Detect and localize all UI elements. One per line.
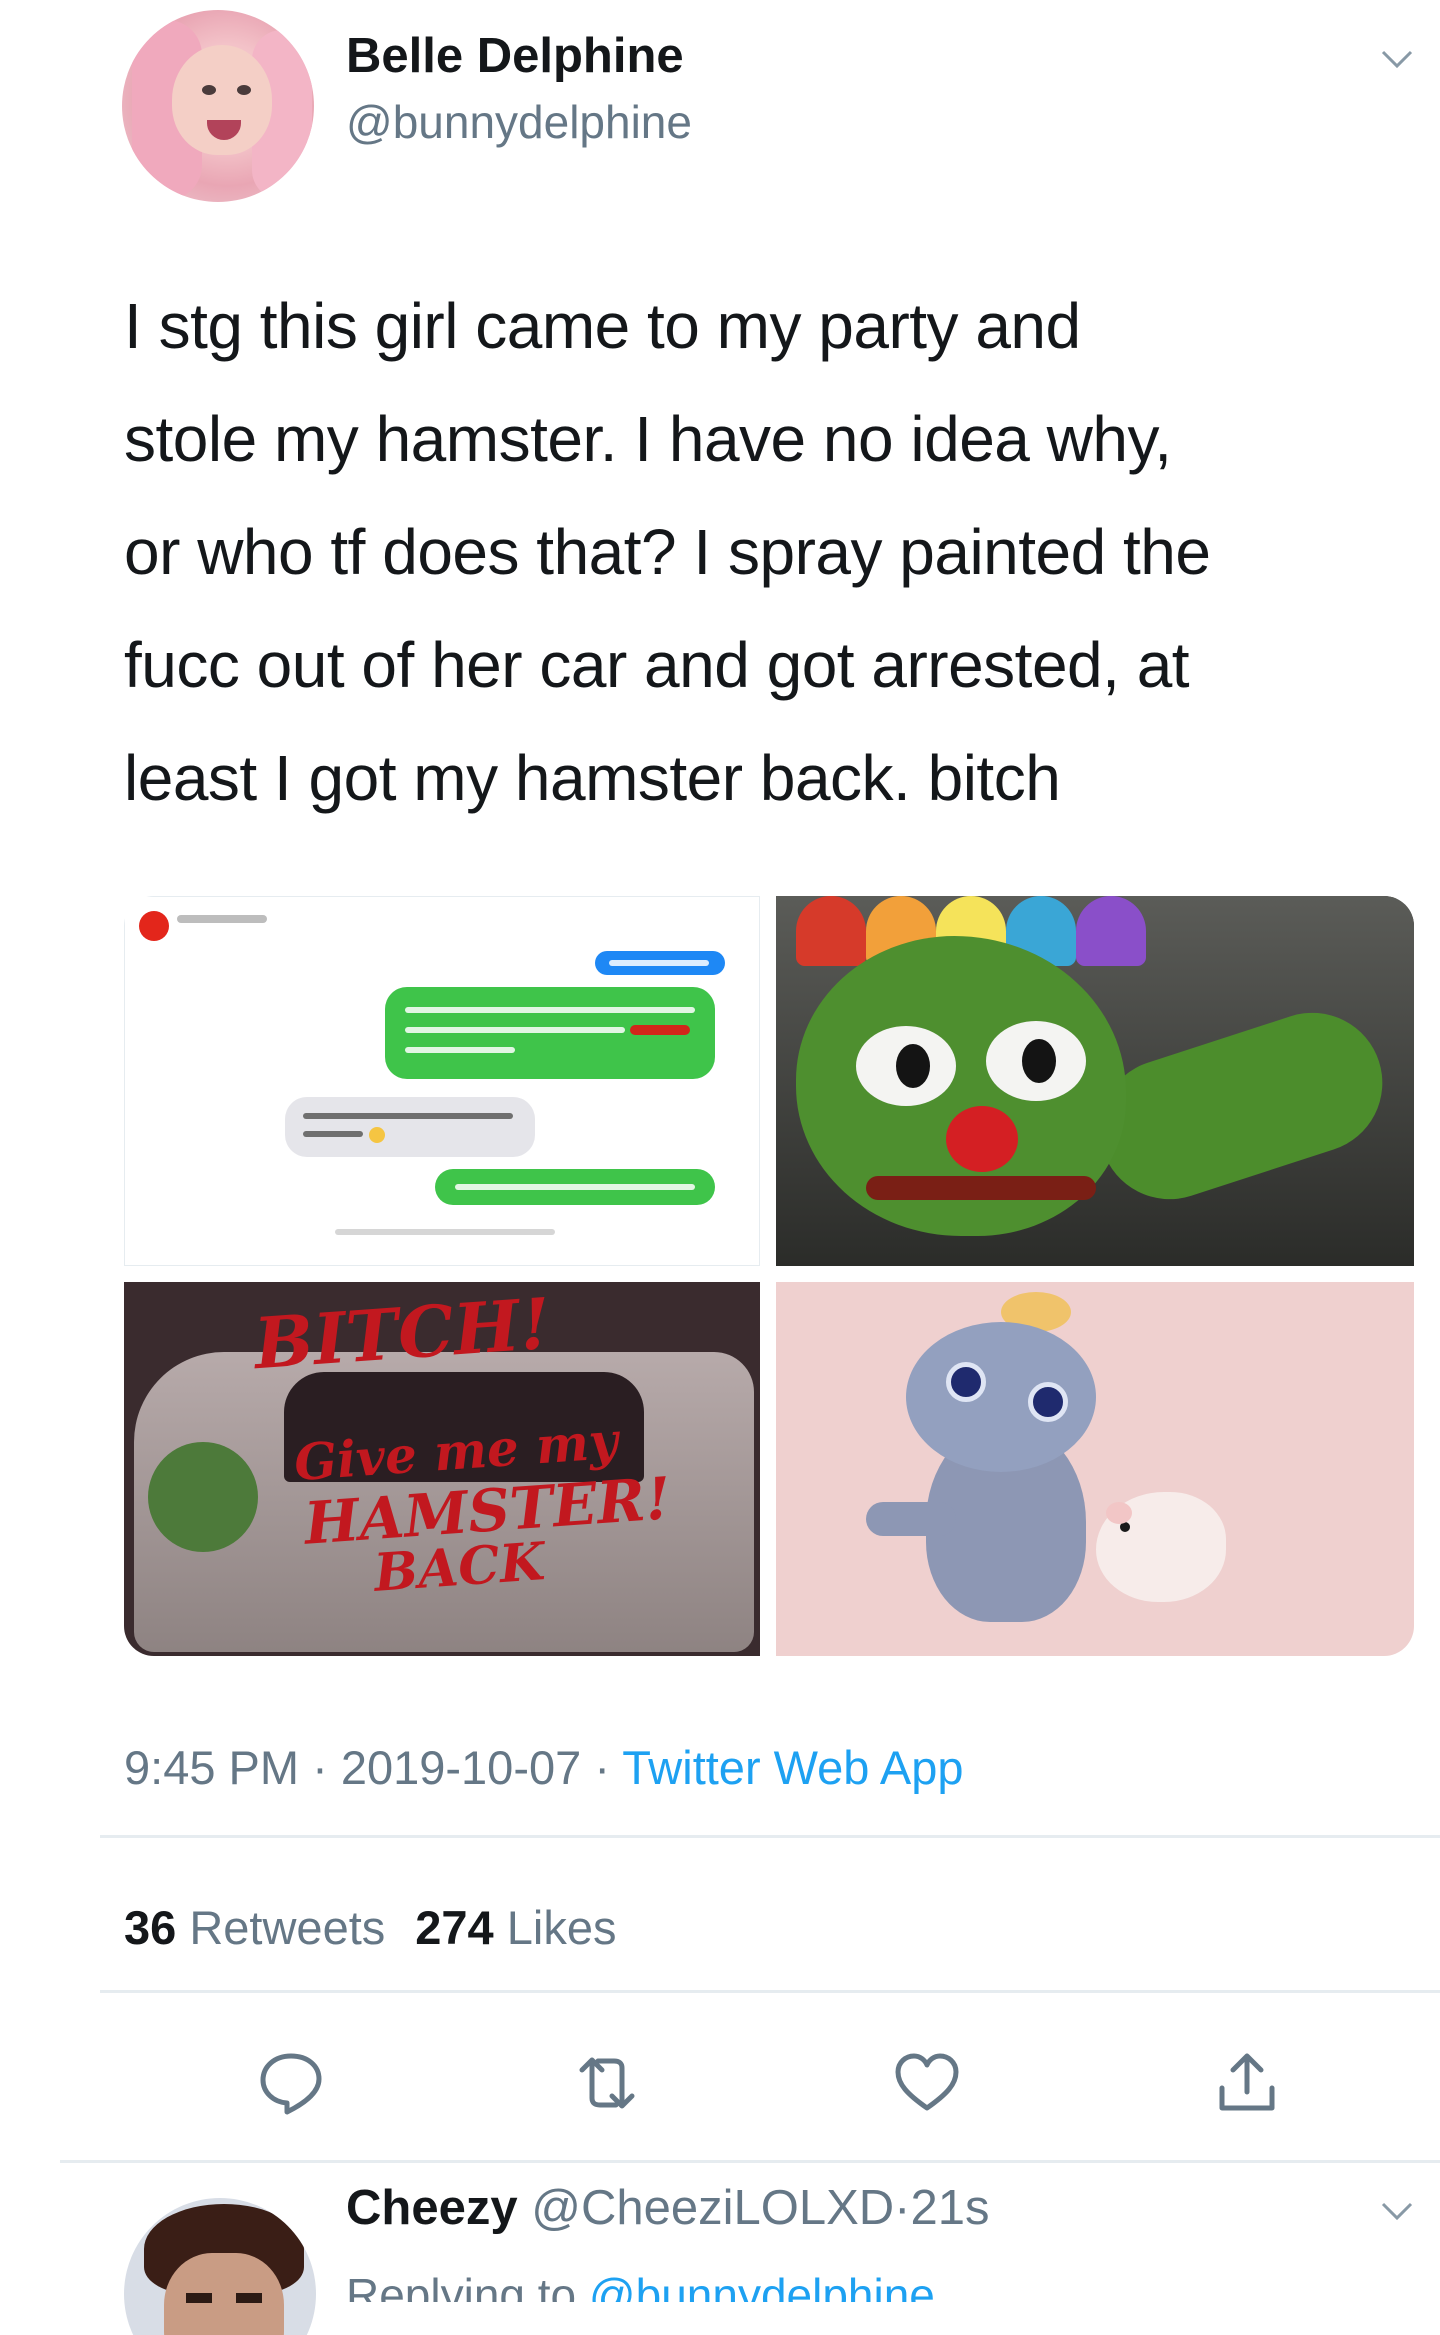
author-handle[interactable]: @bunnydelphine xyxy=(346,95,692,149)
plush-eye xyxy=(946,1362,986,1402)
reply-button[interactable] xyxy=(256,2048,326,2118)
painting-mouth xyxy=(866,1176,1096,1200)
clown-hair xyxy=(796,896,866,966)
message-bubble-received xyxy=(285,1097,535,1157)
message-bubble-sent xyxy=(385,987,715,1079)
retweet-icon xyxy=(579,2057,635,2109)
separator-dot: · xyxy=(312,1741,328,1794)
redaction-mark xyxy=(630,1025,690,1035)
chevron-down-icon[interactable] xyxy=(1380,2200,1414,2222)
share-button[interactable] xyxy=(1212,2048,1282,2118)
tweet-stats: 36 Retweets 274 Likes xyxy=(124,1900,616,1955)
redacted-contact-avatar xyxy=(139,911,169,941)
likes-stat[interactable]: 274 Likes xyxy=(415,1901,616,1954)
tweet-text-line: least I got my hamster back. bitch xyxy=(124,742,1061,814)
reply-author-line: Cheezy @CheeziLOLXD·21s xyxy=(346,2180,990,2236)
media-photo-text-messages[interactable] xyxy=(124,896,760,1266)
graffiti-text: BACK xyxy=(372,1531,547,1604)
emoji-icon xyxy=(369,1127,385,1143)
reply-display-name[interactable]: Cheezy xyxy=(346,2181,518,2235)
avatar-eye xyxy=(202,85,216,95)
share-icon xyxy=(1219,2053,1275,2111)
avatar-eye xyxy=(186,2293,212,2303)
clown-nose xyxy=(946,1106,1018,1172)
tweet-detail-page: Belle Delphine @bunnydelphine I stg this… xyxy=(0,0,1440,2335)
tweet-text-line: I stg this girl came to my party and xyxy=(124,290,1081,362)
tweet-date: 2019-10-07 xyxy=(340,1741,582,1794)
likes-label: Likes xyxy=(506,1901,617,1954)
media-grid: BITCH! Give me my HAMSTER! BACK xyxy=(124,896,1414,1656)
message-bubble-sent xyxy=(595,951,725,975)
painting-pupil xyxy=(896,1044,930,1088)
contact-name-placeholder xyxy=(177,915,267,923)
plush-arm xyxy=(866,1502,956,1536)
retweets-count: 36 xyxy=(124,1901,177,1954)
graffiti-frog-icon xyxy=(148,1442,258,1552)
like-button[interactable] xyxy=(892,2048,962,2118)
divider xyxy=(100,1835,1440,1838)
replying-prefix: Replying to xyxy=(346,2269,577,2302)
media-photo-plush-hamster[interactable] xyxy=(776,1282,1414,1656)
tweet-text-line: fucc out of her car and got arrested, at xyxy=(124,629,1190,701)
tweet-text-line: or who tf does that? I spray painted the xyxy=(124,516,1211,588)
plush-eye xyxy=(1028,1382,1068,1422)
clown-hair xyxy=(1076,896,1146,966)
divider xyxy=(60,2160,1440,2163)
reply-icon xyxy=(260,2053,322,2115)
avatar-face xyxy=(164,2253,284,2335)
replying-to-line: Replying to @bunnydelphine xyxy=(346,2268,935,2302)
reply-age: 21s xyxy=(910,2181,990,2235)
chevron-down-icon[interactable] xyxy=(1380,48,1414,70)
tweet-timestamp: 9:45 PM · 2019-10-07 · Twitter Web App xyxy=(124,1740,964,1795)
tweet-source-link[interactable]: Twitter Web App xyxy=(622,1741,963,1794)
message-bubble-sent xyxy=(435,1169,715,1205)
plush-head xyxy=(906,1322,1096,1472)
reply-handle[interactable]: @CheeziLOLXD xyxy=(531,2181,894,2235)
author-display-name[interactable]: Belle Delphine xyxy=(346,28,684,84)
media-photo-painting[interactable] xyxy=(776,896,1414,1266)
retweets-stat[interactable]: 36 Retweets xyxy=(124,1901,385,1954)
reply-author-avatar[interactable] xyxy=(124,2198,316,2335)
likes-count: 274 xyxy=(415,1901,494,1954)
heart-icon xyxy=(895,2053,959,2111)
replying-mention-link[interactable]: @bunnydelphine xyxy=(589,2269,935,2302)
avatar-eye xyxy=(237,85,251,95)
separator-dot: · xyxy=(894,2181,911,2235)
media-photo-car[interactable]: BITCH! Give me my HAMSTER! BACK xyxy=(124,1282,760,1656)
hamster xyxy=(1096,1492,1226,1602)
divider xyxy=(100,1990,1440,1993)
retweets-label: Retweets xyxy=(189,1901,386,1954)
tweet-text: I stg this girl came to my party and sto… xyxy=(124,270,1414,835)
tweet-text-line: stole my hamster. I have no idea why, xyxy=(124,403,1172,475)
delivered-status-line xyxy=(335,1229,555,1235)
painting-pupil xyxy=(1022,1039,1056,1083)
avatar-eye xyxy=(236,2293,262,2303)
tweet-time: 9:45 PM xyxy=(124,1741,300,1794)
retweet-button[interactable] xyxy=(572,2048,642,2118)
separator-dot: · xyxy=(594,1741,610,1794)
hamster-ear xyxy=(1106,1502,1132,1524)
author-avatar[interactable] xyxy=(122,10,314,202)
